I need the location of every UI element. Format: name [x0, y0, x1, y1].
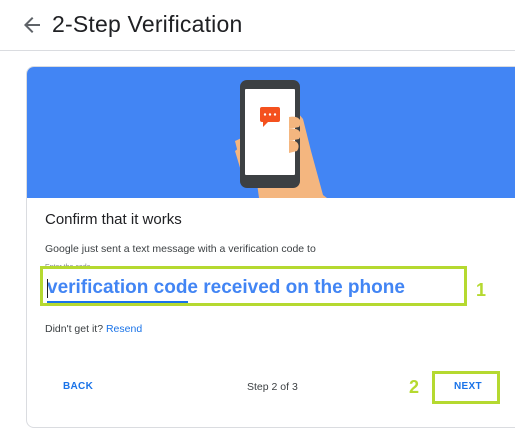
resend-row: Didn't get it? Resend [45, 323, 142, 335]
highlight-box-next [432, 371, 500, 404]
confirm-title: Confirm that it works [45, 211, 182, 228]
phone-message-illustration [235, 80, 327, 198]
sent-message-text: Google just sent a text message with a v… [45, 243, 316, 255]
header-bar: 2-Step Verification [0, 0, 515, 51]
page-title: 2-Step Verification [52, 11, 243, 37]
back-button[interactable]: BACK [63, 381, 93, 392]
arrow-left-icon[interactable] [20, 13, 44, 37]
resend-link[interactable]: Resend [106, 323, 142, 335]
highlight-box-code [40, 266, 467, 306]
annotation-marker-1: 1 [476, 280, 487, 300]
annotation-marker-2: 2 [409, 377, 420, 397]
step-indicator: Step 2 of 3 [247, 381, 298, 393]
hero-banner [27, 67, 515, 198]
didnt-get-it-text: Didn't get it? [45, 323, 104, 335]
